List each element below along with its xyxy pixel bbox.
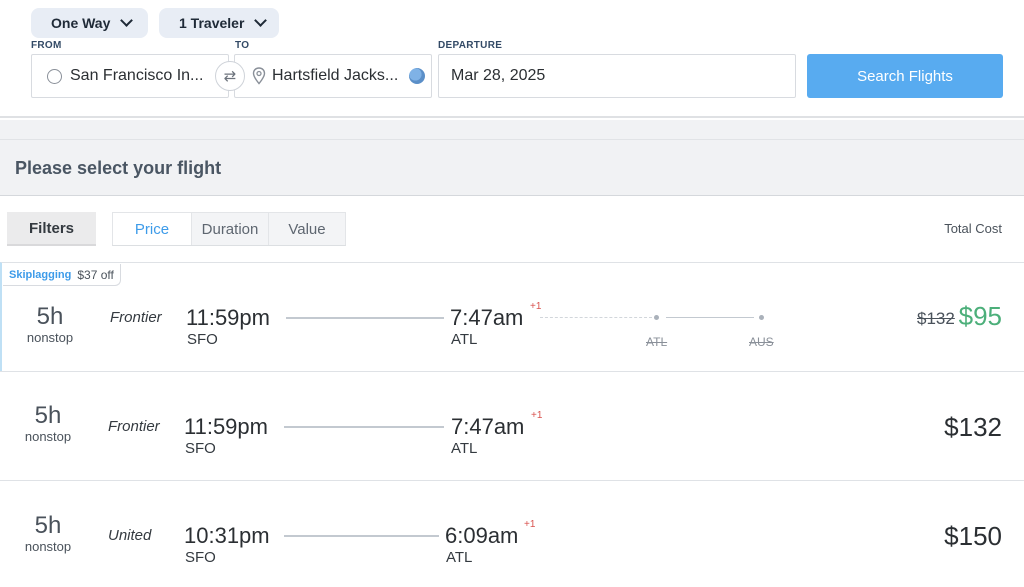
- sort-tabs: Price Duration Value: [112, 212, 346, 246]
- deal-brand: Skiplagging: [9, 268, 72, 281]
- search-bar: One Way 1 Traveler FROM TO DEPARTURE San…: [0, 0, 1024, 118]
- day-offset: +1: [530, 301, 542, 312]
- departure-date-value: Mar 28, 2025: [451, 67, 546, 84]
- hidden-leg-line: [666, 317, 754, 318]
- flight-result-row[interactable]: Skiplagging $37 off 5h nonstop Frontier …: [0, 262, 1024, 371]
- results-header: Please select your flight: [0, 140, 1024, 196]
- swap-icon: ⇄: [223, 68, 237, 85]
- divider-band: [0, 120, 1024, 140]
- departure-label: DEPARTURE: [438, 40, 503, 51]
- travelers-dropdown[interactable]: 1 Traveler: [159, 8, 279, 38]
- flight-path-line: [284, 535, 439, 537]
- arrive-airport: ATL: [451, 331, 478, 348]
- flight-result-row[interactable]: 5h nonstop Frontier 11:59pm SFO 7:47am +…: [0, 371, 1024, 480]
- depart-time: 10:31pm: [184, 523, 270, 548]
- search-flights-button[interactable]: Search Flights: [807, 54, 1003, 98]
- flight-path-line: [284, 426, 444, 428]
- globe-icon[interactable]: [409, 68, 425, 84]
- trip-type-dropdown[interactable]: One Way: [31, 8, 148, 38]
- hidden-stop-code: ATL: [646, 335, 668, 349]
- flight-result-row[interactable]: 5h nonstop United 10:31pm SFO 6:09am +1 …: [0, 480, 1024, 587]
- map-pin-icon: [252, 67, 266, 85]
- origin-field[interactable]: San Francisco In...: [31, 54, 229, 98]
- stops-label: nonstop: [24, 429, 72, 444]
- filters-button[interactable]: Filters: [7, 212, 96, 246]
- flight-price: $150: [944, 521, 1002, 551]
- from-label: FROM: [31, 40, 62, 51]
- depart-airport: SFO: [185, 440, 216, 457]
- arrive-airport: ATL: [446, 549, 473, 566]
- arrive-airport: ATL: [451, 440, 478, 457]
- destination-value: Hartsfield Jacks...: [272, 67, 399, 84]
- departure-date-field[interactable]: Mar 28, 2025: [438, 54, 796, 98]
- duration-hours: 5h: [36, 303, 64, 330]
- airline-name: Frontier: [110, 309, 162, 326]
- duration-hours: 5h: [34, 512, 62, 539]
- day-offset: +1: [531, 410, 543, 421]
- duration-hours: 5h: [34, 402, 62, 429]
- hidden-leg-line: [540, 317, 652, 318]
- tab-price[interactable]: Price: [113, 213, 191, 245]
- airline-name: Frontier: [108, 418, 160, 435]
- arrive-time: 7:47am: [451, 414, 525, 439]
- origin-value: San Francisco In...: [70, 67, 204, 84]
- deal-discount: $37 off: [77, 267, 114, 282]
- chevron-down-icon: [254, 14, 268, 27]
- arrive-time: 7:47am: [450, 305, 524, 330]
- circle-icon: [47, 68, 62, 84]
- page-title: Please select your flight: [15, 158, 222, 178]
- chevron-down-icon: [120, 14, 134, 27]
- day-offset: +1: [524, 519, 536, 530]
- stops-label: nonstop: [26, 330, 74, 345]
- flight-search-page: One Way 1 Traveler FROM TO DEPARTURE San…: [0, 0, 1024, 587]
- tab-duration[interactable]: Duration: [191, 213, 268, 245]
- destination-field[interactable]: Hartsfield Jacks...: [234, 54, 432, 98]
- stop-dot: [759, 315, 764, 320]
- hidden-stop-code: AUS: [749, 335, 774, 349]
- flight-duration: 5h nonstop: [0, 512, 96, 555]
- airline-name: United: [108, 527, 152, 544]
- depart-airport: SFO: [187, 331, 218, 348]
- deal-price: $95: [958, 301, 1002, 331]
- flight-duration: 5h nonstop: [2, 303, 98, 346]
- depart-time: 11:59pm: [184, 414, 268, 439]
- flight-price: $132: [944, 412, 1002, 442]
- flight-path-line: [286, 317, 444, 319]
- trip-type-label: One Way: [51, 15, 111, 31]
- stop-dot: [654, 315, 659, 320]
- depart-time: 11:59pm: [186, 305, 270, 330]
- original-price: $132: [917, 309, 955, 328]
- stops-label: nonstop: [24, 539, 72, 554]
- to-label: TO: [235, 40, 250, 51]
- arrive-time: 6:09am: [445, 523, 519, 548]
- flight-duration: 5h nonstop: [0, 402, 96, 445]
- swap-button[interactable]: ⇄: [215, 61, 245, 91]
- total-cost-label: Total Cost: [944, 221, 1002, 236]
- deal-badge: Skiplagging $37 off: [3, 264, 121, 286]
- depart-airport: SFO: [185, 549, 216, 566]
- travelers-label: 1 Traveler: [179, 15, 245, 31]
- tab-value[interactable]: Value: [268, 213, 345, 245]
